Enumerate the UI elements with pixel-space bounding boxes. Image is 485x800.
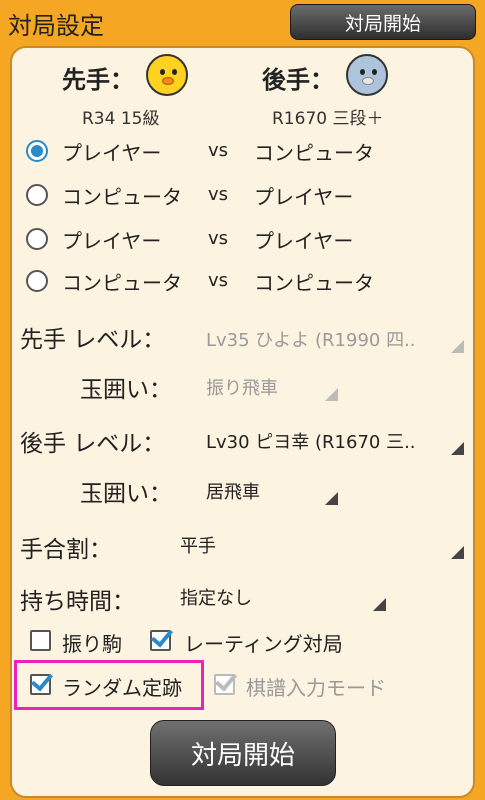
first-level-select[interactable]: Lv35 ひよよ (R1990 四.. bbox=[194, 318, 466, 358]
second-player-rating: R1670 三段＋ bbox=[272, 109, 384, 129]
dropdown-arrow-icon bbox=[325, 492, 338, 505]
handicap-label: 手合割： bbox=[20, 537, 112, 563]
dropdown-arrow-icon bbox=[451, 340, 464, 353]
vs-label: vs bbox=[208, 270, 229, 291]
matchup-radio[interactable] bbox=[26, 184, 48, 206]
matchup-left-label: コンピュータ bbox=[62, 185, 182, 209]
second-castle-value: 居飛車 bbox=[206, 482, 260, 503]
time-select[interactable]: 指定なし bbox=[168, 576, 388, 616]
matchup-right-label: コンピュータ bbox=[254, 141, 374, 165]
vs-label: vs bbox=[208, 184, 229, 205]
matchup-right-label: プレイヤー bbox=[254, 185, 354, 209]
rating-game-label: レーティング対局 bbox=[184, 632, 343, 656]
handicap-select[interactable]: 平手 bbox=[168, 524, 466, 564]
matchup-radio[interactable] bbox=[26, 270, 48, 292]
blue-chick-icon bbox=[346, 54, 388, 96]
matchup-radio-selected[interactable] bbox=[26, 140, 48, 162]
second-player-label: 後手： bbox=[262, 66, 334, 94]
dropdown-arrow-icon bbox=[451, 442, 464, 455]
handicap-value: 平手 bbox=[180, 536, 216, 557]
second-castle-select[interactable]: 居飛車 bbox=[194, 470, 340, 510]
kifu-input-checkbox[interactable] bbox=[214, 668, 238, 695]
matchup-left-label: コンピュータ bbox=[62, 271, 182, 295]
random-joseki-checkbox[interactable] bbox=[30, 668, 54, 695]
vs-label: vs bbox=[208, 140, 229, 161]
time-label: 持ち時間： bbox=[20, 589, 135, 615]
first-level-label: 先手 レベル： bbox=[20, 327, 166, 353]
second-level-label: 後手 レベル： bbox=[20, 431, 166, 457]
page-title: 対局設定 bbox=[8, 12, 104, 40]
matchup-left-label: プレイヤー bbox=[62, 141, 162, 165]
first-level-value: Lv35 ひよよ (R1990 四.. bbox=[206, 330, 416, 351]
second-castle-label: 玉囲い： bbox=[80, 481, 172, 507]
first-castle-select[interactable]: 振り飛車 bbox=[194, 366, 340, 406]
first-player-label: 先手： bbox=[62, 66, 134, 94]
dropdown-arrow-icon bbox=[325, 388, 338, 401]
second-level-select[interactable]: Lv30 ピヨ幸 (R1670 三.. bbox=[194, 420, 466, 460]
furigoma-label: 振り駒 bbox=[62, 632, 122, 656]
yellow-chick-icon bbox=[146, 54, 188, 96]
first-castle-label: 玉囲い： bbox=[80, 377, 172, 403]
matchup-right-label: プレイヤー bbox=[254, 229, 354, 253]
first-castle-value: 振り飛車 bbox=[206, 378, 278, 399]
first-player-rating: R34 15級 bbox=[82, 109, 160, 129]
dropdown-arrow-icon bbox=[373, 598, 386, 611]
second-level-value: Lv30 ピヨ幸 (R1670 三.. bbox=[206, 432, 416, 453]
vs-label: vs bbox=[208, 228, 229, 249]
dropdown-arrow-icon bbox=[451, 546, 464, 559]
time-value: 指定なし bbox=[180, 588, 252, 609]
app-header: 対局設定 対局開始 bbox=[0, 0, 485, 44]
rating-game-checkbox[interactable] bbox=[150, 624, 174, 651]
furigoma-checkbox[interactable] bbox=[30, 630, 51, 651]
kifu-input-label: 棋譜入力モード bbox=[246, 676, 386, 700]
matchup-left-label: プレイヤー bbox=[62, 229, 162, 253]
start-game-button[interactable]: 対局開始 bbox=[150, 720, 336, 786]
matchup-right-label: コンピュータ bbox=[254, 271, 374, 295]
random-joseki-label: ランダム定跡 bbox=[62, 676, 182, 700]
header-start-button[interactable]: 対局開始 bbox=[290, 4, 476, 40]
matchup-radio[interactable] bbox=[26, 228, 48, 250]
